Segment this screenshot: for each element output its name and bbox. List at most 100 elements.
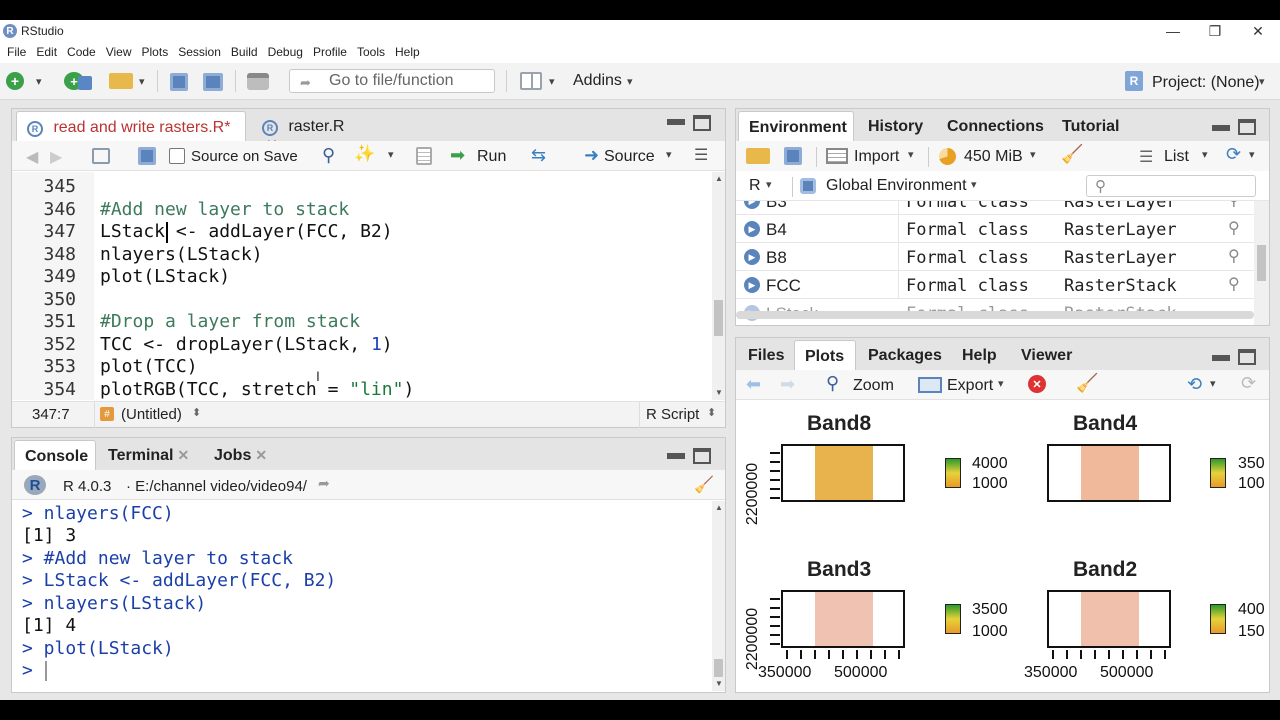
horizontal-scrollbar[interactable] (736, 311, 1254, 319)
file-type-selector[interactable]: R Script (646, 406, 699, 423)
view-object-search-icon[interactable]: ⚲ (1228, 201, 1240, 210)
view-mode-dropdown-icon[interactable]: ▾ (1202, 148, 1208, 161)
editor-scrollbar[interactable]: ▲ ▼ (712, 172, 725, 400)
tab-read-and-write-rasters[interactable]: R read and write rasters.R* ✕ (16, 111, 246, 153)
environment-selector[interactable]: Global Environment (826, 177, 967, 195)
scope-updown-icon[interactable]: ⬍ (192, 406, 201, 419)
expand-object-icon[interactable]: ▶ (744, 221, 760, 237)
import-dataset-icon[interactable] (826, 148, 848, 164)
tab-viewer[interactable]: Viewer (1011, 340, 1083, 370)
clear-console-broom-icon[interactable]: 🧹 (694, 475, 714, 495)
export-dropdown-icon[interactable]: ▾ (998, 377, 1004, 390)
language-dropdown-icon[interactable]: ▾ (766, 178, 772, 191)
zoom-icon[interactable]: ⚲ (826, 373, 839, 394)
load-workspace-icon[interactable] (746, 148, 770, 164)
project-dropdown-icon[interactable]: ▾ (1259, 70, 1265, 92)
import-dropdown-icon[interactable]: ▾ (908, 148, 914, 161)
scroll-down-icon[interactable]: ▼ (715, 388, 723, 397)
tab-tutorial[interactable]: Tutorial (1052, 111, 1136, 141)
source-button[interactable]: Source (604, 148, 655, 166)
clear-plots-broom-icon[interactable]: 🧹 (1076, 373, 1098, 394)
menu-profile[interactable]: Profile (306, 42, 347, 63)
go-to-directory-icon[interactable]: ➦ (318, 475, 330, 492)
source-on-save-checkbox[interactable] (169, 148, 185, 164)
save-all-icon[interactable] (203, 73, 223, 91)
maximize-pane-icon[interactable] (1238, 119, 1256, 135)
new-file-icon[interactable]: + (6, 72, 24, 90)
working-directory[interactable]: · E:/channel video/video94/ (126, 478, 307, 495)
expand-object-icon[interactable]: ▶ (744, 201, 760, 209)
run-arrow-icon[interactable]: ➡ (450, 145, 465, 166)
menu-tools[interactable]: Tools (350, 42, 385, 63)
console-scrollbar[interactable]: ▲ ▼ (712, 501, 725, 691)
object-row[interactable]: ▶ B8 Formal class RasterLayer ⚲ (736, 243, 1254, 271)
tab-raster[interactable]: R raster.R ✕ (252, 111, 372, 152)
minimize-button[interactable]: — (1151, 20, 1195, 42)
pane-layout-icon[interactable] (520, 72, 542, 90)
addins-menu[interactable]: Addins (573, 72, 622, 90)
minimize-pane-icon[interactable] (1212, 355, 1230, 361)
save-icon[interactable] (170, 73, 188, 91)
view-object-search-icon[interactable]: ⚲ (1228, 246, 1240, 266)
language-selector[interactable]: R (749, 177, 761, 195)
tab-console[interactable]: Console (14, 440, 96, 470)
source-dropdown-icon[interactable]: ▾ (666, 148, 672, 161)
new-file-dropdown-icon[interactable]: ▾ (36, 70, 42, 92)
import-dataset-button[interactable]: Import (854, 148, 899, 166)
tab-files[interactable]: Files (738, 340, 794, 370)
memory-usage[interactable]: 450 MiB (964, 148, 1023, 166)
publish-dropdown-icon[interactable]: ▾ (1210, 377, 1216, 390)
menu-help[interactable]: Help (388, 42, 420, 63)
refresh-plot-icon[interactable]: ⟳ (1241, 373, 1256, 394)
addins-dropdown-icon[interactable]: ▾ (627, 70, 633, 92)
menu-code[interactable]: Code (60, 42, 96, 63)
publish-icon[interactable]: ⟲ (1187, 374, 1202, 395)
environment-scroll-thumb[interactable] (1257, 245, 1266, 281)
code-area[interactable]: 345 346 347 348 349 350 351 352 353 354 … (12, 172, 712, 400)
export-button[interactable]: Export (947, 377, 993, 395)
code-tools-dropdown-icon[interactable]: ▾ (388, 148, 394, 161)
object-row[interactable]: ▶ FCC Formal class RasterStack ⚲ (736, 271, 1254, 299)
document-outline-icon[interactable]: ☰ (694, 145, 708, 165)
close-tab-icon[interactable]: ✕ (255, 447, 267, 463)
expand-object-icon[interactable]: ▶ (744, 277, 760, 293)
code-tools-wand-icon[interactable]: ✨ (354, 144, 375, 164)
source-arrow-icon[interactable]: ➜ (584, 145, 599, 166)
minimize-pane-icon[interactable] (1212, 125, 1230, 131)
scroll-down-icon[interactable]: ▼ (715, 679, 723, 688)
close-tab-icon[interactable]: ✕ (178, 447, 190, 463)
close-window-button[interactable]: ✕ (1236, 20, 1280, 42)
print-icon[interactable] (247, 73, 269, 90)
restore-button[interactable]: ❐ (1193, 20, 1237, 42)
view-object-search-icon[interactable]: ⚲ (1228, 274, 1240, 294)
memory-dropdown-icon[interactable]: ▾ (1030, 148, 1036, 161)
tab-connections[interactable]: Connections (937, 111, 1051, 141)
tab-packages[interactable]: Packages (858, 340, 952, 370)
run-button[interactable]: Run (477, 148, 506, 166)
search-icon[interactable]: ⚲ (322, 145, 335, 166)
previous-plot-icon[interactable]: ⬅ (746, 374, 761, 395)
file-type-updown-icon[interactable]: ⬍ (707, 406, 716, 419)
refresh-icon[interactable]: ⟳ (1226, 144, 1241, 165)
back-arrow-icon[interactable]: ◀ (26, 147, 38, 167)
view-mode-selector[interactable]: List (1164, 148, 1189, 166)
tab-jobs[interactable]: Jobs ✕ (204, 440, 284, 470)
menu-view[interactable]: View (99, 42, 132, 63)
object-row[interactable]: ▶ B4 Formal class RasterLayer ⚲ (736, 215, 1254, 243)
view-object-search-icon[interactable]: ⚲ (1228, 218, 1240, 238)
tab-plots[interactable]: Plots (794, 340, 856, 370)
console-output[interactable]: > nlayers(FCC) [1] 3 > #Add new layer to… (12, 501, 712, 691)
clear-objects-broom-icon[interactable]: 🧹 (1061, 144, 1083, 165)
compile-report-icon[interactable] (416, 147, 432, 165)
export-icon[interactable] (918, 377, 942, 393)
forward-arrow-icon[interactable]: ▶ (50, 147, 62, 167)
menu-build[interactable]: Build (224, 42, 258, 63)
remove-plot-icon[interactable]: ✕ (1028, 375, 1046, 393)
tab-help[interactable]: Help (952, 340, 1006, 370)
open-recent-dropdown-icon[interactable]: ▾ (139, 70, 145, 92)
object-row[interactable]: ▶ B3 Formal class RasterLayer ⚲ (736, 201, 1254, 215)
scroll-up-icon[interactable]: ▲ (715, 503, 723, 512)
environment-scrollbar[interactable] (1254, 201, 1269, 325)
maximize-pane-icon[interactable] (1238, 349, 1256, 365)
console-scroll-thumb[interactable] (714, 659, 723, 677)
